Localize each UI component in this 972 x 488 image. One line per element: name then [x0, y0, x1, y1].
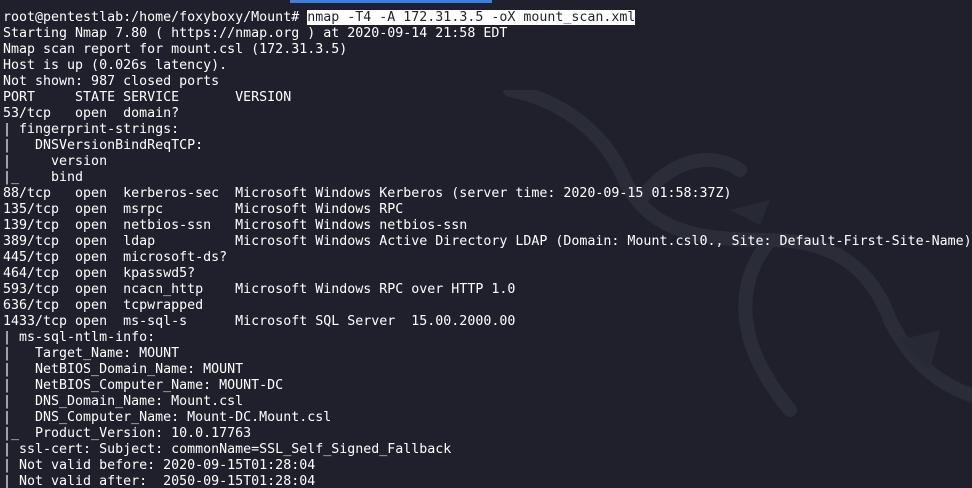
- command-line: root@pentestlab:/home/foxyboxy/Mount# nm…: [3, 10, 972, 26]
- output-line: 88/tcp open kerberos-sec Microsoft Windo…: [3, 186, 732, 201]
- output-line: Nmap scan report for mount.csl (172.31.3…: [3, 42, 348, 57]
- output-line: |_ bind: [3, 170, 84, 185]
- output-line: 135/tcp open msrpc Microsoft Windows RPC: [3, 202, 404, 217]
- output-line: 445/tcp open microsoft-ds?: [3, 250, 228, 265]
- output-line: | NetBIOS_Domain_Name: MOUNT: [3, 362, 244, 377]
- highlighted-command: nmap -T4 -A 172.31.3.5 -oX mount_scan.xm…: [307, 10, 636, 25]
- output-line: | Target_Name: MOUNT: [3, 346, 180, 361]
- output-line: Host is up (0.026s latency).: [3, 58, 228, 73]
- output-line: 139/tcp open netbios-ssn Microsoft Windo…: [3, 218, 468, 233]
- terminal-output[interactable]: root@pentestlab:/home/foxyboxy/Mount# nm…: [3, 10, 972, 488]
- output-line: 464/tcp open kpasswd5?: [3, 266, 196, 281]
- output-line: | Not valid after: 2050-09-15T01:28:04: [3, 474, 316, 488]
- output-line: PORT STATE SERVICE VERSION: [3, 90, 292, 105]
- output-line: 1433/tcp open ms-sql-s Microsoft SQL Ser…: [3, 314, 516, 329]
- output-line: | fingerprint-strings:: [3, 122, 180, 137]
- output-line: Not shown: 987 closed ports: [3, 74, 220, 89]
- output-line: 389/tcp open ldap Microsoft Windows Acti…: [3, 234, 972, 249]
- output-line: | ssl-cert: Subject: commonName=SSL_Self…: [3, 442, 452, 457]
- output-line: | ms-sql-ntlm-info:: [3, 330, 156, 345]
- output-line: | DNS_Computer_Name: Mount-DC.Mount.csl: [3, 410, 332, 425]
- output-line: 53/tcp open domain?: [3, 106, 180, 121]
- active-tab-indicator: [290, 0, 492, 3]
- shell-prompt: root@pentestlab:/home/foxyboxy/Mount#: [3, 10, 300, 25]
- output-line: Starting Nmap 7.80 ( https://nmap.org ) …: [3, 26, 508, 41]
- output-line: | version: [3, 154, 108, 169]
- output-line: 636/tcp open tcpwrapped: [3, 298, 204, 313]
- terminal-window[interactable]: root@pentestlab:/home/foxyboxy/Mount# nm…: [0, 0, 972, 488]
- output-line: | NetBIOS_Computer_Name: MOUNT-DC: [3, 378, 284, 393]
- output-line: |_ Product_Version: 10.0.17763: [3, 426, 252, 441]
- output-line: 593/tcp open ncacn_http Microsoft Window…: [3, 282, 516, 297]
- output-line: | Not valid before: 2020-09-15T01:28:04: [3, 458, 316, 473]
- output-line: | DNS_Domain_Name: Mount.csl: [3, 394, 244, 409]
- output-line: | DNSVersionBindReqTCP:: [3, 138, 204, 153]
